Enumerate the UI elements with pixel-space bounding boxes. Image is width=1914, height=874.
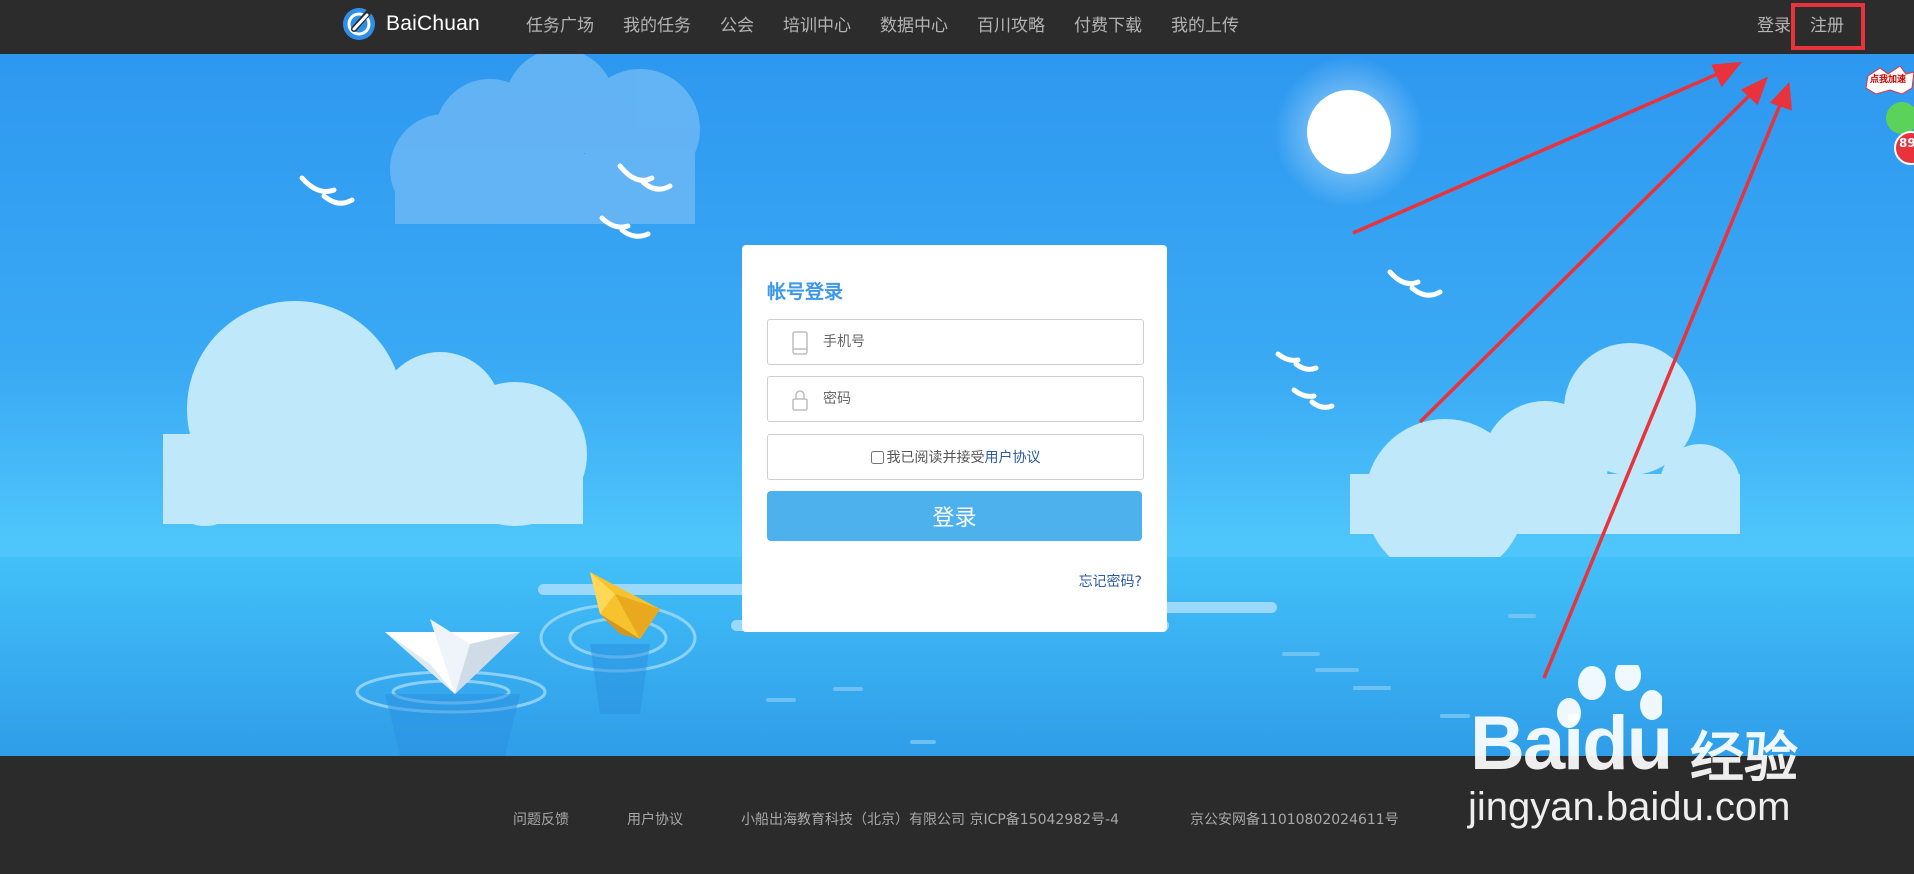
nav-data-center[interactable]: 数据中心 (880, 11, 948, 36)
watermark-brand: Baidu (1470, 701, 1673, 786)
logo-text: BaiChuan (386, 12, 480, 35)
site-logo[interactable]: BaiChuan (342, 7, 480, 41)
baichuan-logo-icon (343, 8, 375, 40)
main-nav: 任务广场 我的任务 公会 培训中心 数据中心 百川攻略 付费下载 我的上传 (526, 0, 1268, 46)
nav-my-uploads[interactable]: 我的上传 (1171, 11, 1239, 36)
nav-task-plaza[interactable]: 任务广场 (526, 11, 594, 36)
watermark-cn: 经验 (1690, 726, 1798, 789)
top-navbar: BaiChuan 任务广场 我的任务 公会 培训中心 数据中心 百川攻略 付费下… (0, 0, 1914, 54)
nav-my-tasks[interactable]: 我的任务 (623, 11, 691, 36)
speedup-tag: 点我加速 (1870, 75, 1907, 85)
nav-guild[interactable]: 公会 (720, 11, 754, 36)
login-link-wrap: 登录 (1757, 0, 1791, 46)
nav-guide[interactable]: 百川攻略 (977, 11, 1045, 36)
login-link[interactable]: 登录 (1757, 11, 1791, 36)
nav-paid-download[interactable]: 付费下载 (1074, 11, 1142, 36)
nav-training[interactable]: 培训中心 (783, 11, 851, 36)
watermark-url: jingyan.baidu.com (1468, 785, 1791, 829)
speedup-number: 89 (1899, 136, 1914, 150)
register-highlight-box (1791, 3, 1865, 50)
